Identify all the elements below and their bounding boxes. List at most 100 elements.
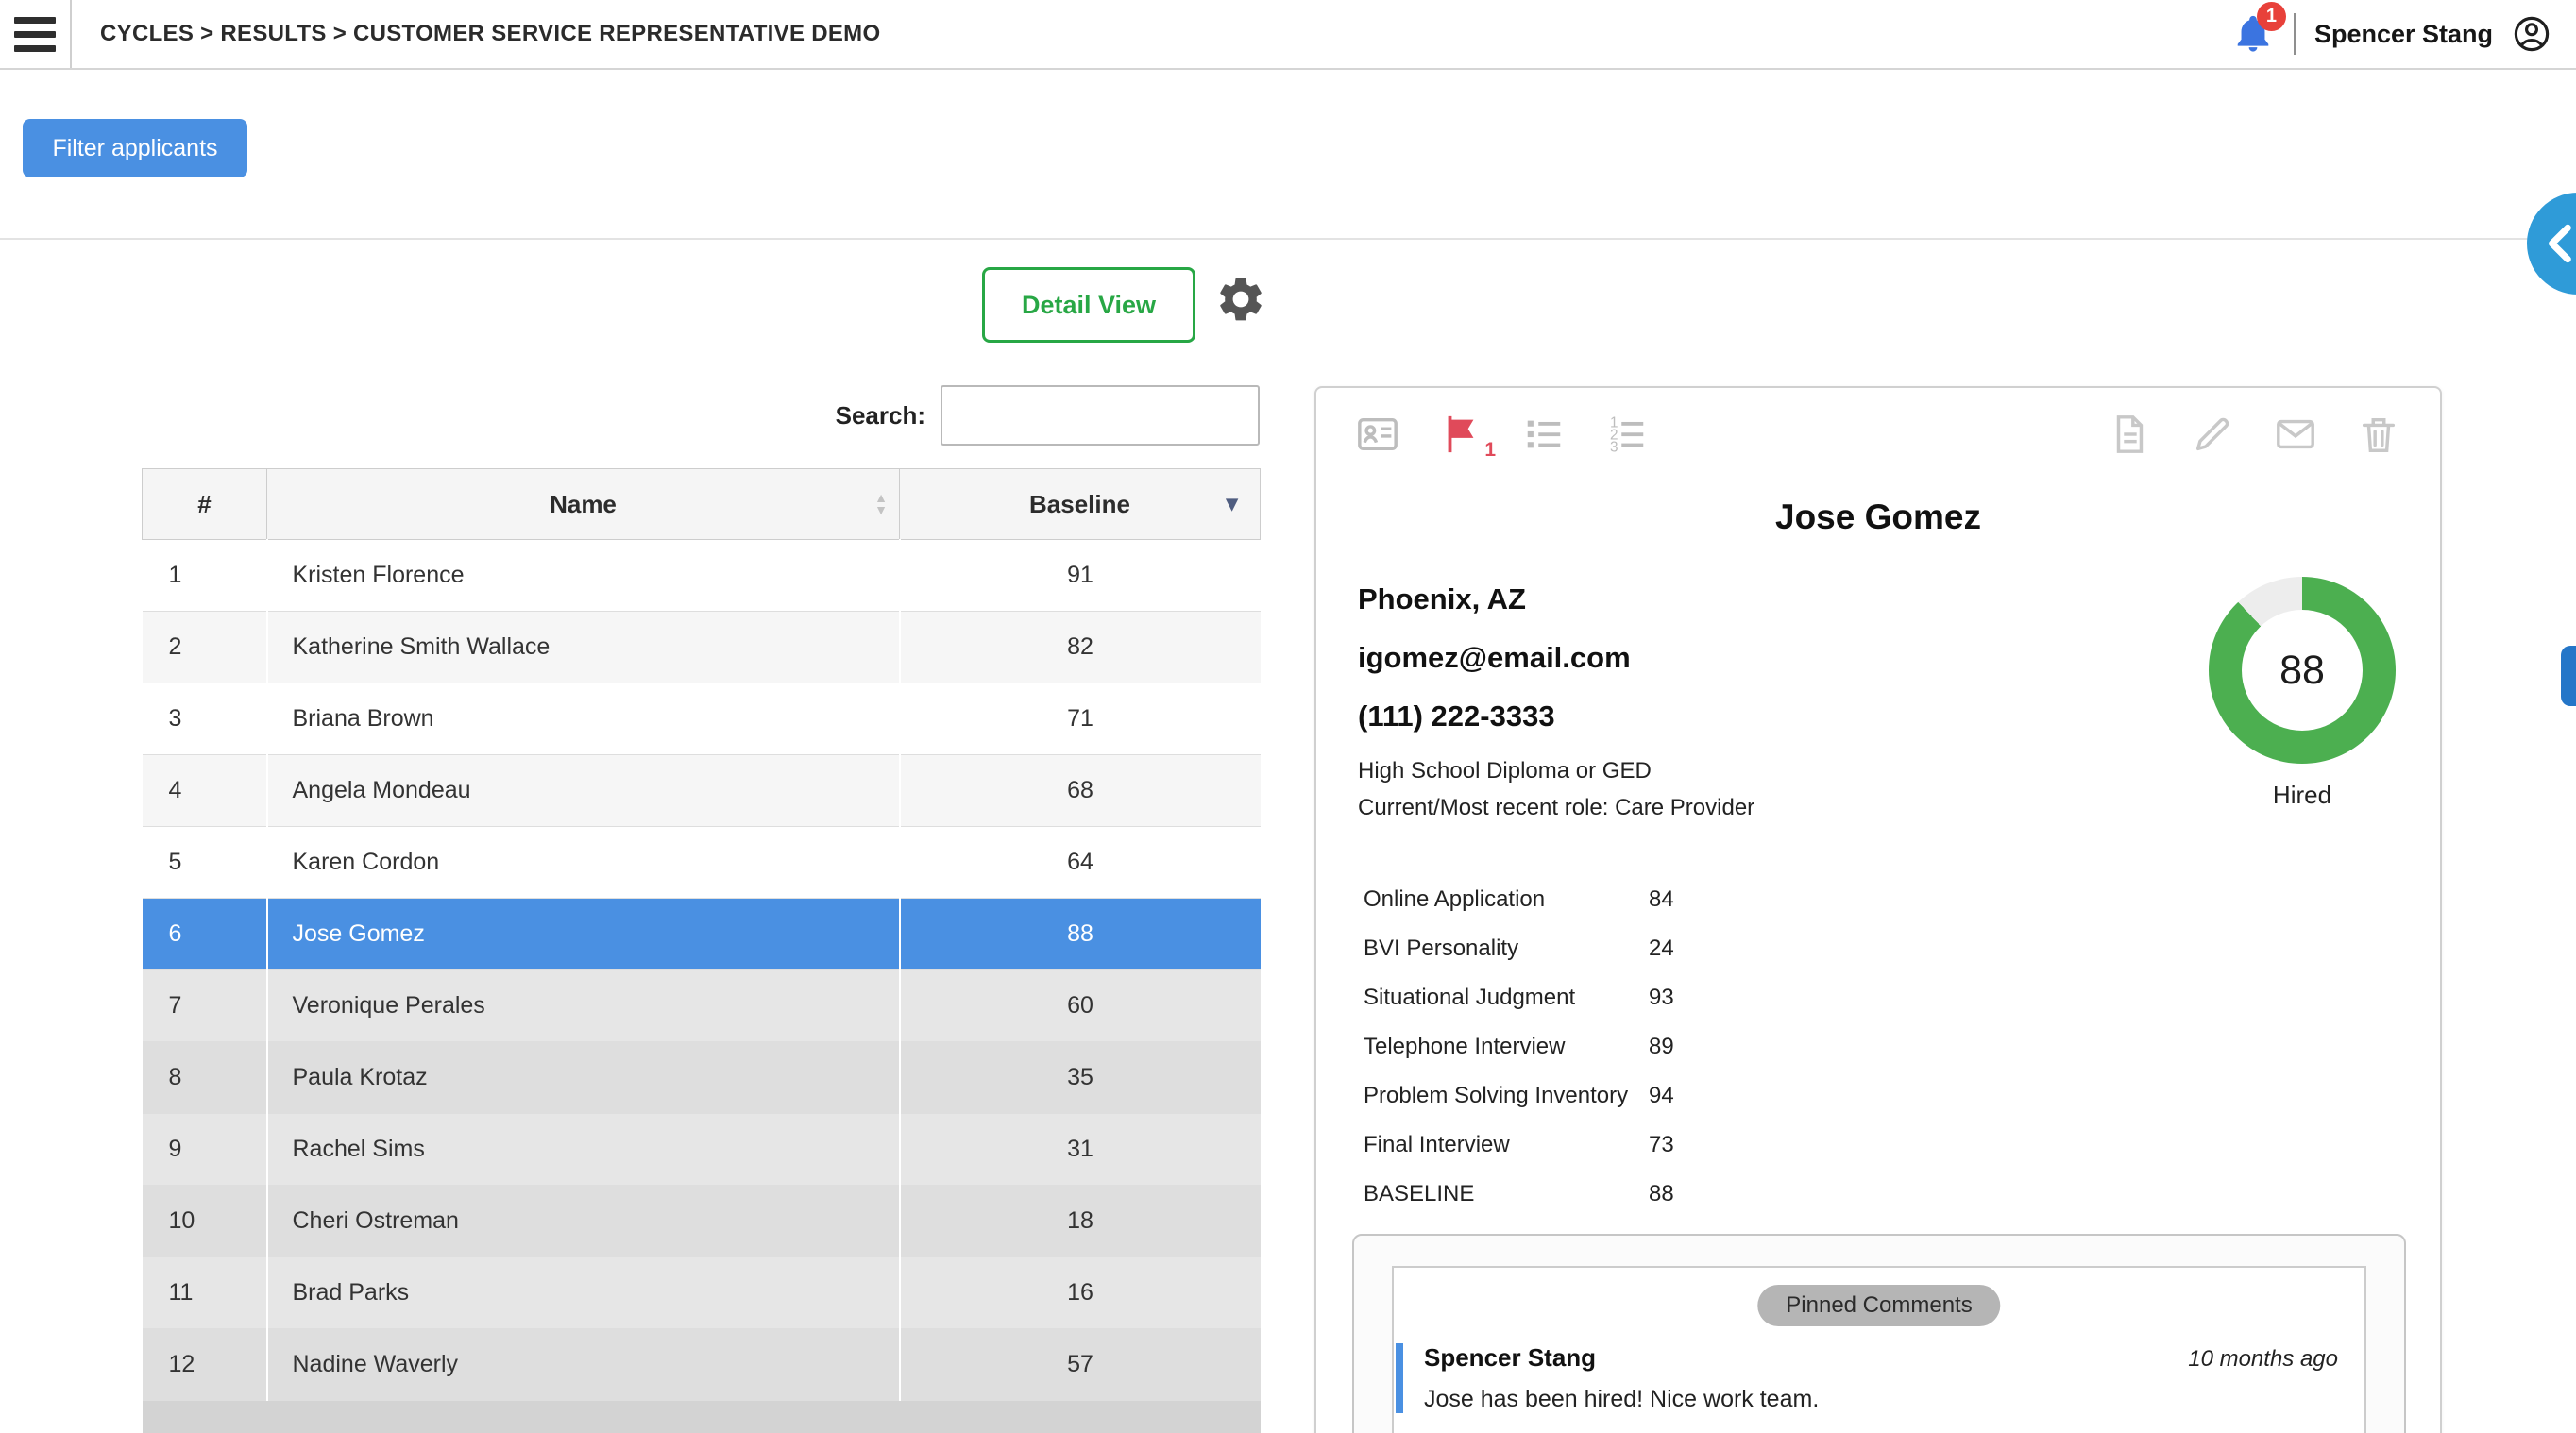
row-number: 8	[143, 1042, 267, 1114]
comment-text: Jose has been hired! Nice work team.	[1424, 1386, 2338, 1413]
profile-card-icon[interactable]	[1356, 413, 1399, 456]
edge-action-button[interactable]	[2561, 646, 2576, 706]
delete-trash-icon[interactable]	[2357, 413, 2400, 456]
user-name[interactable]: Spencer Stang	[2314, 20, 2493, 49]
row-number: 2	[143, 612, 267, 683]
hired-donut: 88	[2209, 577, 2396, 764]
table-row[interactable]: 7Veronique Perales60	[143, 970, 1261, 1042]
score-value: 93	[1649, 985, 1674, 1011]
row-name: Veronique Perales	[267, 970, 900, 1042]
candidate-info: Phoenix, AZ igomez@email.com (111) 222-3…	[1358, 582, 1754, 832]
score-label: Telephone Interview	[1364, 1034, 1649, 1060]
score-row: BASELINE88	[1364, 1170, 1674, 1219]
comment-timestamp: 10 months ago	[2188, 1346, 2338, 1373]
score-row: Final Interview73	[1364, 1121, 1674, 1170]
search-input[interactable]	[941, 385, 1260, 446]
score-row: Problem Solving Inventory94	[1364, 1071, 1674, 1121]
email-envelope-icon[interactable]	[2274, 413, 2317, 456]
row-name: Brad Parks	[267, 1257, 900, 1329]
pinned-comments-title: Pinned Comments	[1757, 1285, 2000, 1326]
row-number: 1	[143, 540, 267, 612]
table-row[interactable]: 1Kristen Florence91	[143, 540, 1261, 612]
table-row[interactable]: 2Katherine Smith Wallace82	[143, 612, 1261, 683]
table-row[interactable]: 3Briana Brown71	[143, 683, 1261, 755]
table-header-row: # Name ▲▼ Baseline ▼	[143, 469, 1261, 540]
column-header-name[interactable]: Name ▲▼	[267, 469, 900, 540]
list-view-icon[interactable]	[1522, 413, 1566, 456]
row-name: Karen Cordon	[267, 827, 900, 899]
row-baseline: 82	[900, 612, 1261, 683]
row-name: Rachel Sims	[267, 1114, 900, 1186]
applicant-table: # Name ▲▼ Baseline ▼ 1Kristen Florence91…	[142, 468, 1261, 1433]
breadcrumb[interactable]: CYCLES > RESULTS > CUSTOMER SERVICE REPR…	[100, 21, 880, 47]
row-baseline: 57	[900, 1329, 1261, 1401]
numbered-list-icon[interactable]: 1 2 3	[1605, 413, 1649, 456]
score-label: Online Application	[1364, 886, 1649, 913]
detail-view-button[interactable]: Detail View	[982, 267, 1195, 343]
candidate-email: igomez@email.com	[1358, 641, 1754, 675]
row-number: 6	[143, 899, 267, 970]
candidate-education: High School Diploma or GED	[1358, 758, 1754, 784]
hired-score-widget: 88 Hired	[2208, 577, 2397, 810]
flag-count: 1	[1484, 439, 1496, 462]
table-row[interactable]: 11Brad Parks16	[143, 1257, 1261, 1329]
page: { "colors": { "accent_blue": "#4a90e2", …	[0, 0, 2576, 1433]
menu-icon[interactable]	[0, 0, 72, 68]
candidate-phone: (111) 222-3333	[1358, 700, 1754, 733]
column-header-baseline[interactable]: Baseline ▼	[900, 469, 1261, 540]
top-bar: CYCLES > RESULTS > CUSTOMER SERVICE REPR…	[0, 0, 2576, 70]
card-toolbar: 1 1 2 3	[1356, 413, 2400, 456]
score-label: BVI Personality	[1364, 936, 1649, 962]
candidate-name: Jose Gomez	[1316, 497, 2440, 537]
notification-badge: 1	[2257, 2, 2286, 31]
row-baseline: 88	[900, 899, 1261, 970]
score-value: 89	[1649, 1034, 1674, 1060]
row-number: 5	[143, 827, 267, 899]
table-row[interactable]: 12Nadine Waverly57	[143, 1329, 1261, 1401]
row-number: 11	[143, 1257, 267, 1329]
row-name: Briana Brown	[267, 683, 900, 755]
table-row[interactable]: 10Cheri Ostreman18	[143, 1186, 1261, 1257]
settings-gear-icon[interactable]	[1214, 273, 1267, 326]
table-row[interactable]: 9Rachel Sims31	[143, 1114, 1261, 1186]
table-row[interactable]: 5Karen Cordon64	[143, 827, 1261, 899]
candidate-role: Current/Most recent role: Care Provider	[1358, 795, 1754, 821]
panel-collapse-button[interactable]	[2527, 193, 2576, 295]
score-label: Problem Solving Inventory	[1364, 1083, 1649, 1109]
header-divider	[2294, 13, 2296, 55]
comment-item: Spencer Stang 10 months ago Jose has bee…	[1396, 1343, 2338, 1413]
row-baseline: 71	[900, 683, 1261, 755]
row-number: 9	[143, 1114, 267, 1186]
pinned-comments-box: Pinned Comments Spencer Stang 10 months …	[1352, 1234, 2406, 1433]
svg-text:3: 3	[1610, 439, 1618, 455]
row-baseline: 35	[900, 1042, 1261, 1114]
row-baseline: 91	[900, 540, 1261, 612]
row-baseline: 18	[900, 1186, 1261, 1257]
score-row: Telephone Interview89	[1364, 1022, 1674, 1071]
table-row-selected[interactable]: 6Jose Gomez88	[143, 899, 1261, 970]
score-value: 94	[1649, 1083, 1674, 1109]
table-row[interactable]: 4Angela Mondeau68	[143, 755, 1261, 827]
row-name: Paula Krotaz	[267, 1042, 900, 1114]
edit-pencil-icon[interactable]	[2191, 413, 2234, 456]
hired-score-value: 88	[2242, 610, 2363, 731]
user-avatar-icon[interactable]	[2512, 14, 2551, 54]
document-icon[interactable]	[2108, 413, 2151, 456]
row-baseline: 60	[900, 970, 1261, 1042]
search-label: Search:	[836, 401, 925, 430]
filter-applicants-button[interactable]: Filter applicants	[23, 119, 247, 177]
table-row[interactable]: 8Paula Krotaz35	[143, 1042, 1261, 1114]
notifications-button[interactable]: 1	[2231, 11, 2275, 57]
score-value: 84	[1649, 886, 1674, 913]
score-label: Situational Judgment	[1364, 985, 1649, 1011]
score-label: Final Interview	[1364, 1132, 1649, 1158]
row-name: Kristen Florence	[267, 540, 900, 612]
search-row: Search:	[142, 385, 1260, 446]
column-header-number[interactable]: #	[143, 469, 267, 540]
pinned-comments-inner: Pinned Comments Spencer Stang 10 months …	[1392, 1266, 2366, 1433]
flag-icon[interactable]: 1	[1439, 413, 1483, 456]
row-number: 3	[143, 683, 267, 755]
card-toolbar-right	[2108, 413, 2400, 456]
sort-icon: ▲▼	[874, 492, 888, 516]
table-row-partial	[143, 1401, 1261, 1433]
